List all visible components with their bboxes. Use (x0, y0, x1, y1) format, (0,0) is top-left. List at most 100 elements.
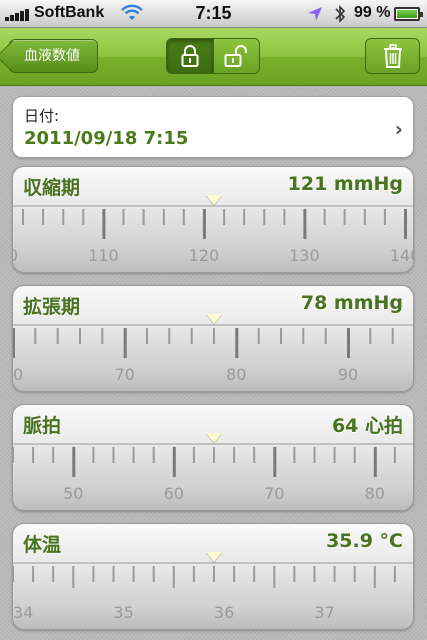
ruler-minor-tick (293, 447, 296, 463)
status-bar: SoftBank 7:15 99 % (0, 0, 427, 28)
location-arrow-icon (308, 7, 322, 21)
systolic-card: 収縮期 121 mmHg 100 110 120 130 140 (12, 166, 414, 273)
ruler-minor-tick (122, 209, 125, 225)
ruler-minor-tick (82, 209, 85, 225)
ruler-minor-tick (233, 447, 236, 463)
unlock-button[interactable] (212, 39, 259, 73)
battery-percentage: 99 % (354, 4, 391, 21)
ruler-minor-tick (333, 447, 336, 463)
ruler-minor-tick (283, 209, 286, 225)
card-title: 収縮期 (23, 177, 81, 199)
ruler-tick-label: 100 (13, 246, 23, 265)
diastolic-ruler-slider[interactable]: 60 70 80 90 (12, 324, 413, 391)
date-label: 日付: (24, 107, 60, 125)
back-button-label: 血液数値 (24, 48, 80, 64)
unlock-icon (224, 45, 248, 67)
ruler-minor-tick (363, 209, 366, 225)
ruler-tick-label: 80 (226, 365, 247, 384)
temperature-ruler-slider[interactable]: 34 35 36 37 (13, 562, 413, 629)
ruler-minor-tick (393, 447, 396, 463)
trash-icon (383, 44, 402, 68)
ruler-minor-tick (393, 566, 396, 582)
ruler-minor-tick (13, 566, 14, 582)
ruler-minor-tick (313, 447, 316, 463)
ruler-minor-tick (79, 328, 81, 344)
ruler-major-tick (202, 209, 206, 239)
ruler-minor-tick (142, 209, 145, 225)
ruler-minor-tick (302, 328, 305, 344)
ruler-minor-tick (172, 566, 175, 588)
ruler-tick-label: 60 (163, 484, 184, 503)
systolic-ruler-slider[interactable]: 100 110 120 130 140 (13, 205, 413, 272)
ruler-minor-tick (223, 209, 226, 225)
ruler-minor-tick (273, 566, 276, 588)
ruler-tick-label: 130 (289, 246, 320, 265)
ruler-minor-tick (32, 566, 35, 582)
ruler-minor-tick (233, 566, 236, 582)
diastolic-card: 拡張期 78 mmHg 60 70 80 90 (12, 285, 414, 392)
value-marker-icon (206, 195, 222, 205)
ruler-minor-tick (333, 566, 336, 582)
card-value: 35.9 °C (326, 530, 403, 552)
ruler-major-tick (102, 209, 106, 239)
ruler-tick-label: 60 (12, 365, 24, 384)
ruler-minor-tick (190, 328, 193, 344)
ruler-minor-tick (146, 328, 148, 344)
ruler-minor-tick (373, 566, 376, 588)
battery-icon (394, 7, 423, 21)
value-marker-icon (206, 552, 222, 562)
card-title: 脈拍 (23, 415, 62, 437)
ruler-minor-tick (52, 447, 55, 463)
ruler-minor-tick (22, 209, 24, 225)
ruler-minor-tick (280, 328, 282, 344)
ruler-minor-tick (293, 566, 296, 582)
value-marker-icon (206, 433, 222, 443)
ruler-minor-tick (152, 447, 155, 463)
pulse-card: 脈拍 64 心拍 50 60 70 80 (12, 404, 414, 511)
delete-button[interactable] (365, 38, 420, 74)
ruler-tick-label: 37 (314, 603, 335, 622)
value-marker-icon (206, 314, 222, 324)
ruler-minor-tick (132, 447, 135, 463)
ruler-tick-label: 90 (337, 365, 359, 384)
ruler-tick-label: 120 (188, 246, 220, 265)
ruler-tick-label: 110 (88, 246, 119, 265)
ruler-minor-tick (263, 209, 266, 225)
date-value: 2011/09/18 7:15 (24, 128, 189, 149)
ruler-tick-label: 36 (213, 603, 235, 622)
ruler-minor-tick (324, 328, 327, 344)
card-title: 拡張期 (23, 296, 81, 318)
ruler-minor-tick (192, 447, 195, 463)
ruler-major-tick (13, 328, 15, 358)
ruler-minor-tick (32, 447, 35, 463)
temperature-card: 体温 35.9 °C 34 35 36 37 (12, 523, 414, 630)
ruler-tick-label: 140 (389, 246, 413, 265)
ruler-minor-tick (257, 328, 260, 344)
ruler-minor-tick (313, 566, 316, 582)
battery-level-fill (397, 10, 417, 18)
ruler-major-tick (373, 447, 377, 477)
pulse-ruler-slider[interactable]: 50 60 70 80 (13, 443, 413, 510)
back-button[interactable]: 血液数値 (9, 39, 98, 73)
ruler-major-tick (172, 447, 176, 477)
ruler-major-tick (123, 328, 127, 358)
ruler-major-tick (404, 209, 407, 239)
ruler-minor-tick (152, 566, 155, 582)
navigation-bar: 血液数値 (0, 28, 427, 86)
lock-segmented-control[interactable] (166, 38, 260, 74)
ruler-minor-tick (112, 447, 115, 463)
ruler-minor-tick (369, 328, 372, 344)
card-value: 121 mmHg (287, 173, 403, 195)
ruler-major-tick (72, 447, 76, 477)
lock-icon (181, 45, 199, 67)
ruler-minor-tick (323, 209, 326, 225)
ruler-tick-label: 70 (114, 365, 135, 384)
ruler-major-tick (303, 209, 307, 239)
ruler-tick-label: 35 (113, 603, 134, 622)
date-row[interactable]: 日付: 2011/09/18 7:15 › (12, 96, 414, 158)
ruler-minor-tick (243, 209, 246, 225)
card-value: 78 mmHg (300, 292, 403, 314)
lock-button[interactable] (167, 39, 213, 73)
ruler-minor-tick (343, 209, 346, 225)
ruler-minor-tick (353, 447, 356, 463)
